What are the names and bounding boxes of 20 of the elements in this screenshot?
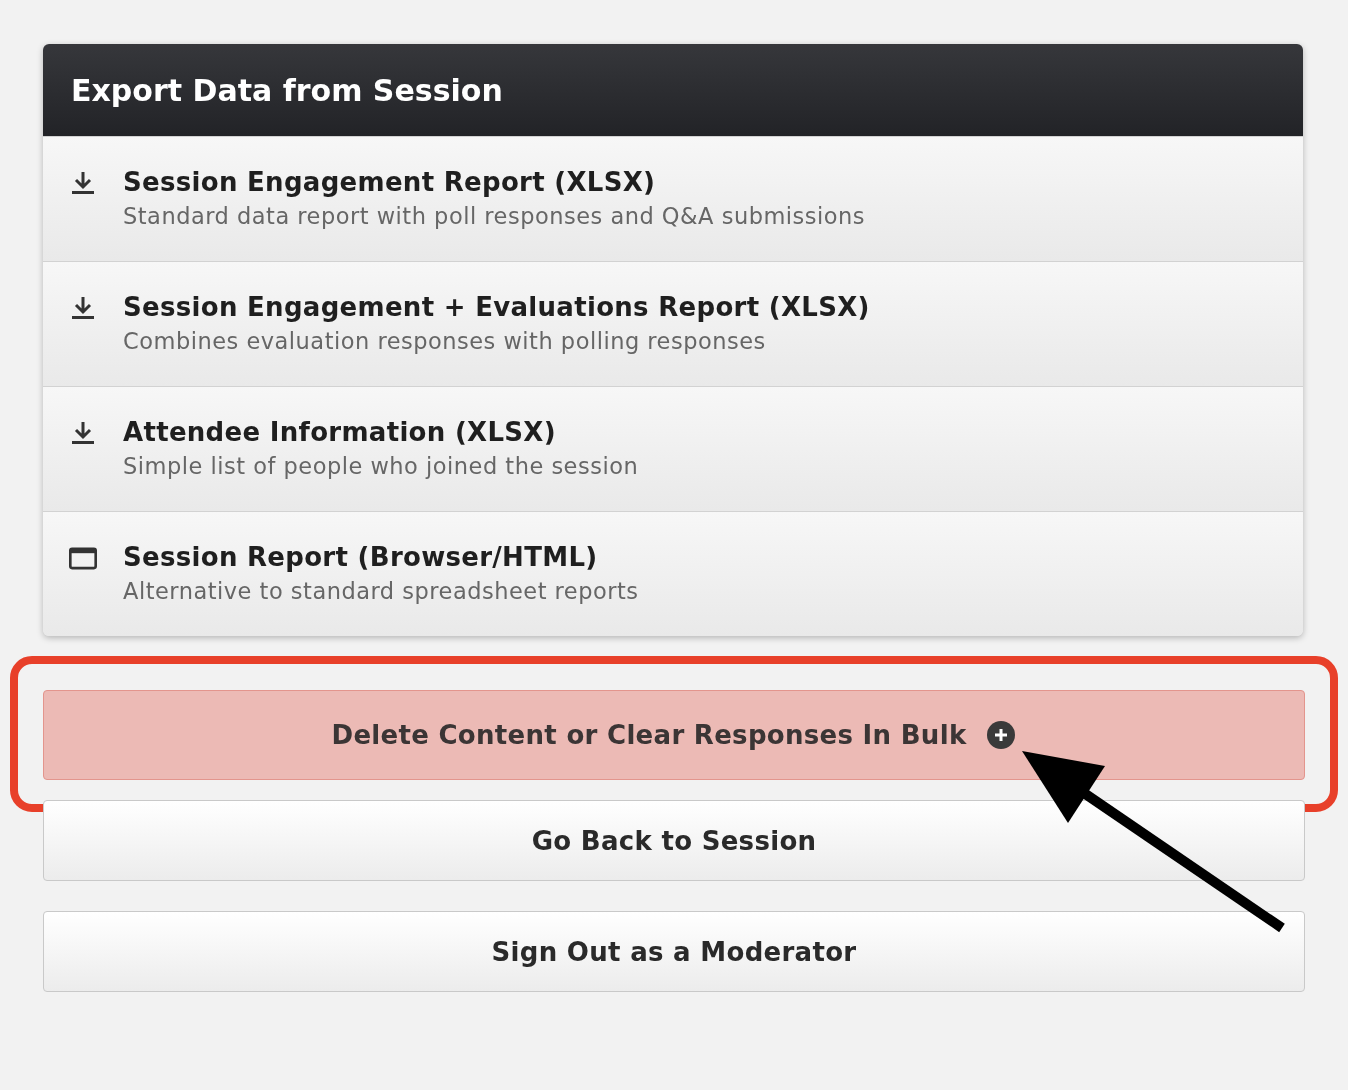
panel-title: Export Data from Session (71, 72, 503, 108)
option-title: Session Engagement + Evaluations Report (XLSX) (123, 292, 870, 322)
export-option[interactable]: Session Report (Browser/HTML) Alternative to standard spreadsheet reports (43, 511, 1303, 636)
delete-bulk-button[interactable]: Delete Content or Clear Responses In Bulk (43, 690, 1305, 780)
option-description: Standard data report with poll responses and Q&A submissions (123, 203, 866, 229)
action-button[interactable]: Sign Out as a Moderator (43, 911, 1305, 992)
option-title: Session Engagement Report (XLSX) (123, 167, 657, 197)
option-description: Alternative to standard spreadsheet reports (123, 578, 639, 604)
export-option[interactable]: Session Engagement + Evaluations Report (XLSX) Combines evaluation responses with polling responses (43, 261, 1303, 386)
download-icon (69, 169, 97, 197)
option-description: Combines evaluation responses with polling responses (123, 328, 767, 354)
option-title: Session Report (Browser/HTML) (123, 542, 599, 572)
option-description: Simple list of people who joined the session (123, 453, 639, 479)
action-button[interactable]: Go Back to Session (43, 800, 1305, 881)
option-title: Attendee Information (XLSX) (123, 417, 557, 447)
export-option[interactable]: Session Engagement Report (XLSX) Standard data report with poll responses and Q&A submissions (43, 136, 1303, 261)
plus-circle-icon (986, 720, 1017, 750)
download-icon (69, 294, 97, 322)
export-option[interactable]: Attendee Information (XLSX) Simple list of people who joined the session (43, 386, 1303, 511)
download-icon (69, 419, 97, 447)
